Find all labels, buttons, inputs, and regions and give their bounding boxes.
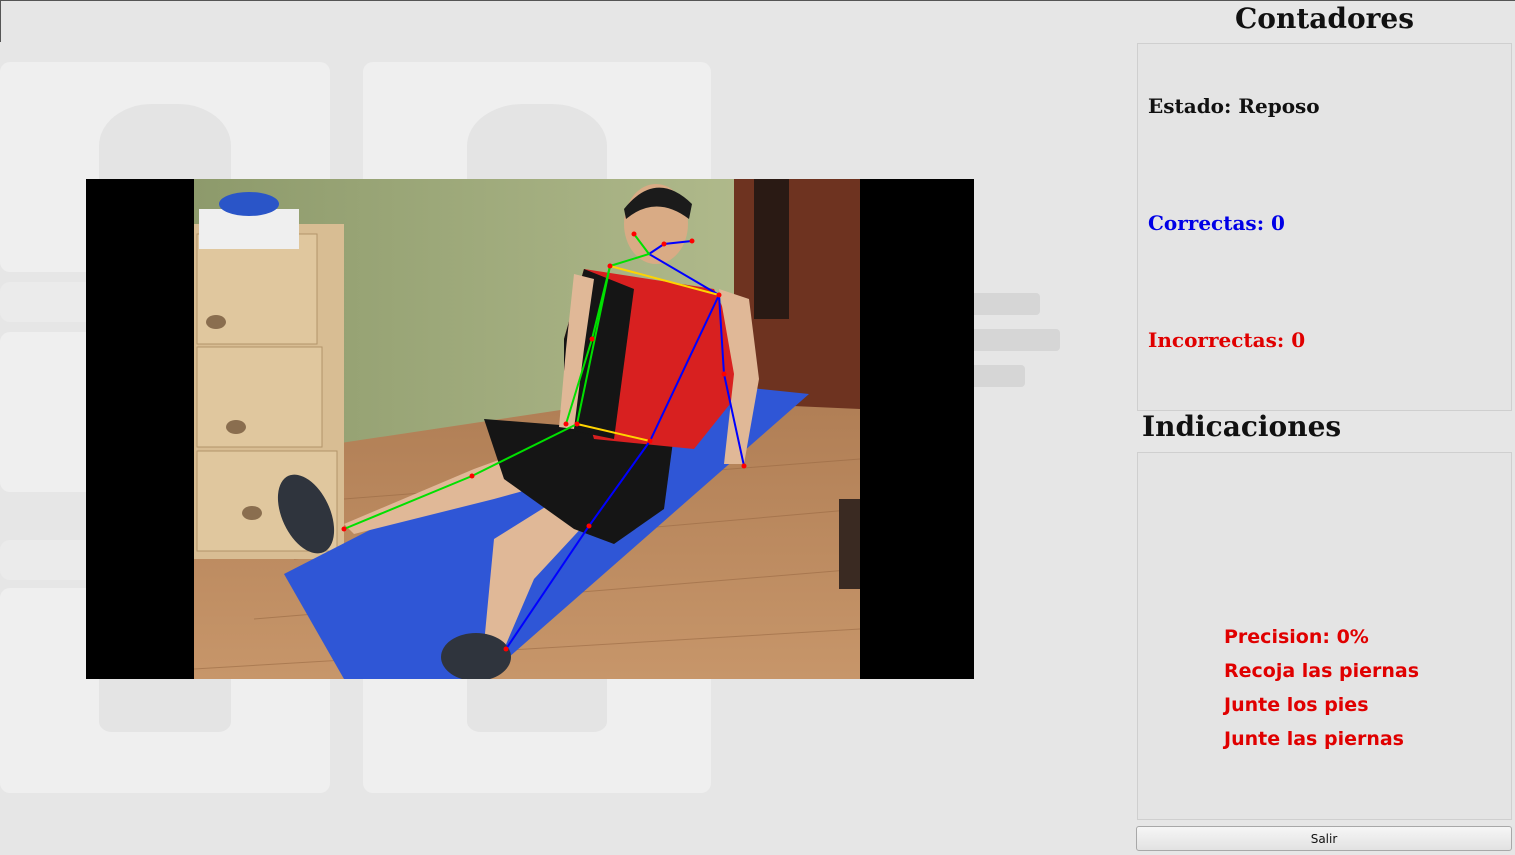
camera-video bbox=[86, 179, 974, 679]
counters-box: Estado: Reposo Correctas: 0 Incorrectas:… bbox=[1137, 43, 1512, 411]
skeleton-joints bbox=[341, 231, 747, 652]
state-label: Estado: Reposo bbox=[1148, 94, 1320, 118]
skeleton-torso bbox=[576, 265, 720, 442]
precision-message: Precision: 0% bbox=[1224, 626, 1369, 648]
indications-title: Indicaciones bbox=[1142, 410, 1342, 443]
exit-button[interactable]: Salir bbox=[1136, 826, 1512, 851]
correct-count-label: Correctas: 0 bbox=[1148, 211, 1285, 235]
skeleton-left-side bbox=[343, 233, 651, 530]
window-top-border bbox=[0, 0, 1515, 1]
camera-scene bbox=[194, 179, 860, 679]
counters-title: Contadores bbox=[1235, 2, 1414, 35]
skeleton-right-side bbox=[505, 240, 745, 650]
incorrect-count-label: Incorrectas: 0 bbox=[1148, 328, 1306, 352]
window-left-border bbox=[0, 0, 1, 42]
indications-box: Precision: 0% Recoja las piernas Junte l… bbox=[1137, 452, 1512, 820]
pose-skeleton-overlay bbox=[341, 231, 747, 652]
indication-message: Junte los pies bbox=[1224, 694, 1369, 716]
indication-message: Junte las piernas bbox=[1224, 728, 1404, 750]
indication-message: Recoja las piernas bbox=[1224, 660, 1420, 682]
